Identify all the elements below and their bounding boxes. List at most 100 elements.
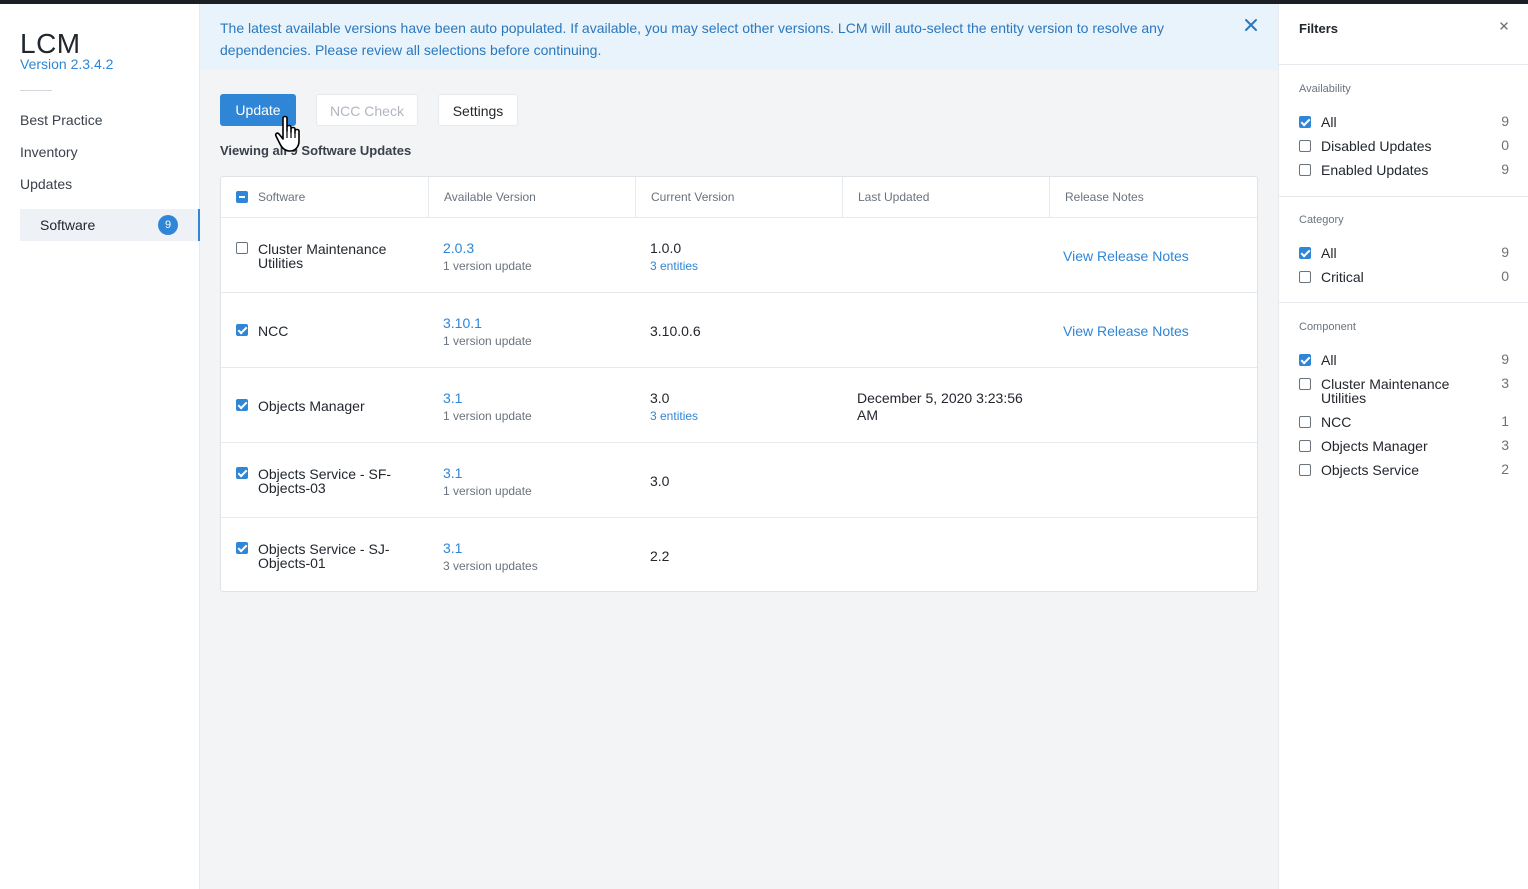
filter-option-count: 0 [1501,137,1509,153]
filters-title: Filters [1299,21,1339,36]
filter-option-label: All [1321,352,1337,368]
filter-option-count: 0 [1501,268,1509,284]
table-header: Software Available Version Current Versi… [221,177,1257,218]
software-name: NCC [258,323,289,339]
close-icon[interactable] [1242,16,1260,34]
software-count-badge: 9 [158,215,178,235]
filters-divider [1279,302,1528,303]
settings-button[interactable]: Settings [438,94,518,126]
table-row: Objects Manager 3.1 1 version update 3.0… [221,368,1257,443]
filters-panel: Filters Availability All 9 Disabled Upda… [1278,4,1528,889]
app-version: Version 2.3.4.2 [20,56,114,72]
filter-option-component-all[interactable]: All 9 [1299,351,1509,369]
view-release-notes-link[interactable]: View Release Notes [1063,248,1189,264]
table-row: Cluster Maintenance Utilities 2.0.3 1 ve… [221,218,1257,293]
filter-option-cluster-maintenance-utilities[interactable]: Cluster Maintenance Utilities 3 [1299,375,1509,405]
filter-option-count: 3 [1501,437,1509,453]
filter-checkbox[interactable] [1299,440,1311,452]
filter-option-label: NCC [1321,414,1352,430]
column-header-available-version[interactable]: Available Version [444,177,536,218]
column-header-software[interactable]: Software [258,177,305,218]
row-checkbox[interactable] [236,242,248,254]
filter-option-availability-all[interactable]: All 9 [1299,113,1509,131]
available-version-link[interactable]: 3.10.1 [443,315,482,331]
column-header-current-version[interactable]: Current Version [651,177,734,218]
filter-option-critical[interactable]: Critical 0 [1299,268,1509,286]
filter-checkbox[interactable] [1299,116,1311,128]
software-name: Cluster Maintenance Utilities [258,241,387,271]
row-checkbox[interactable] [236,399,248,411]
nav-item-software[interactable]: Software 9 [20,209,200,241]
filter-option-label: All [1321,245,1337,261]
filter-section-component: Component [1299,321,1356,333]
current-version: 1.0.0 [650,240,682,256]
entities-link[interactable]: 3 entities [650,259,698,273]
filters-divider [1279,196,1528,197]
software-name: Objects Manager [258,398,365,414]
current-version: 3.10.0.6 [650,323,701,339]
nav-item-inventory[interactable]: Inventory [20,144,78,160]
last-updated-date: December 5, 2020 3:23:56 AM [857,390,1023,423]
filter-option-count: 9 [1501,113,1509,129]
entities-link[interactable]: 3 entities [650,409,698,423]
filter-option-count: 9 [1501,351,1509,367]
hand-cursor-icon [274,115,300,152]
close-icon[interactable] [1498,20,1510,32]
current-version: 2.2 [650,548,670,564]
filter-section-category: Category [1299,214,1344,226]
table-row: NCC 3.10.1 1 version update 3.10.0.6 Vie… [221,293,1257,368]
filter-checkbox[interactable] [1299,140,1311,152]
filter-option-enabled-updates[interactable]: Enabled Updates 9 [1299,161,1509,179]
filter-checkbox[interactable] [1299,464,1311,476]
column-divider [842,177,843,218]
available-version-count: 1 version update [443,409,532,423]
filter-option-count: 9 [1501,161,1509,177]
filter-option-ncc[interactable]: NCC 1 [1299,413,1509,431]
available-version-link[interactable]: 3.1 [443,540,462,556]
filter-option-label: Disabled Updates [1321,138,1432,154]
available-version-count: 1 version update [443,484,532,498]
available-version-link[interactable]: 2.0.3 [443,240,474,256]
row-checkbox[interactable] [236,467,248,479]
available-version-count: 1 version update [443,334,532,348]
available-version-count: 3 version updates [443,559,538,573]
software-name: Objects Service - SF-Objects-03 [258,466,392,496]
filter-option-category-all[interactable]: All 9 [1299,244,1509,262]
filter-section-availability: Availability [1299,83,1351,95]
filter-checkbox[interactable] [1299,378,1311,390]
filter-option-objects-service[interactable]: Objects Service 2 [1299,461,1509,479]
available-version-count: 1 version update [443,259,532,273]
filters-divider [1279,64,1528,65]
view-summary-label: Viewing all 9 Software Updates [220,143,412,158]
ncc-check-button[interactable]: NCC Check [316,94,418,126]
filter-option-count: 9 [1501,244,1509,260]
filter-checkbox[interactable] [1299,354,1311,366]
column-header-release-notes[interactable]: Release Notes [1065,177,1144,218]
column-divider [1049,177,1050,218]
available-version-link[interactable]: 3.1 [443,390,462,406]
filter-option-label: All [1321,114,1337,130]
filter-option-objects-manager[interactable]: Objects Manager 3 [1299,437,1509,455]
sidebar-divider [20,90,52,91]
nav-item-best-practice[interactable]: Best Practice [20,112,102,128]
filter-checkbox[interactable] [1299,271,1311,283]
select-all-checkbox[interactable] [236,191,248,203]
row-checkbox[interactable] [236,542,248,554]
filter-checkbox[interactable] [1299,416,1311,428]
view-release-notes-link[interactable]: View Release Notes [1063,323,1189,339]
filter-option-label: Cluster Maintenance Utilities [1321,376,1450,406]
software-name: Objects Service - SJ-Objects-01 [258,541,390,571]
column-divider [428,177,429,218]
row-checkbox[interactable] [236,324,248,336]
current-version: 3.0 [650,390,670,406]
filter-option-label: Objects Service [1321,462,1420,478]
column-header-last-updated[interactable]: Last Updated [858,177,929,218]
current-version: 3.0 [650,473,670,489]
filter-checkbox[interactable] [1299,247,1311,259]
nav-item-updates[interactable]: Updates [20,176,72,192]
info-banner: The latest available versions have been … [200,4,1278,70]
available-version-link[interactable]: 3.1 [443,465,462,481]
table-row: Objects Service - SJ-Objects-01 3.1 3 ve… [221,518,1257,593]
filter-checkbox[interactable] [1299,164,1311,176]
filter-option-disabled-updates[interactable]: Disabled Updates 0 [1299,137,1509,155]
